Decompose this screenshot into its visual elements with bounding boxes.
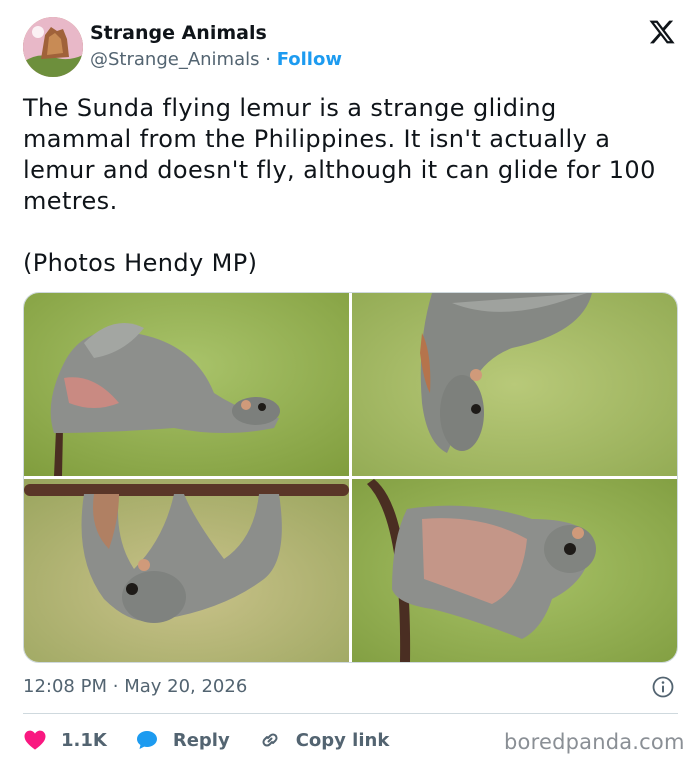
action-bar: 1.1K Reply Copy link [23, 726, 417, 754]
avatar-image [23, 17, 83, 77]
heart-icon [24, 730, 46, 750]
photo-2-image [352, 293, 677, 476]
handle-row: @Strange_Animals · Follow [90, 49, 342, 70]
author-handle[interactable]: @Strange_Animals [90, 49, 260, 70]
author-name[interactable]: Strange Animals [90, 22, 267, 44]
photo-1-image [24, 293, 349, 476]
reply-bubble-icon [136, 731, 157, 749]
photo-3[interactable] [24, 479, 349, 662]
tweet-text: The Sunda flying lemur is a strange glid… [23, 94, 656, 215]
tweet-date[interactable]: May 20, 2026 [124, 676, 247, 697]
copy-link-button[interactable]: Copy link [258, 728, 390, 752]
copy-link-label: Copy link [295, 729, 390, 751]
timestamp-separator: · [112, 676, 119, 697]
tweet-timestamp[interactable]: 12:08 PM · May 20, 2026 [23, 676, 247, 697]
x-logo-icon[interactable] [648, 18, 676, 46]
info-icon[interactable] [651, 675, 675, 699]
photo-2[interactable] [352, 293, 677, 476]
photo-3-image [24, 479, 349, 662]
like-button[interactable]: 1.1K [23, 728, 107, 752]
watermark: boredpanda.com [504, 730, 685, 754]
media-grid[interactable] [23, 292, 678, 663]
separator: · [265, 49, 271, 70]
tweet-credit: (Photos Hendy MP) [23, 249, 258, 277]
tweet-time[interactable]: 12:08 PM [23, 676, 107, 697]
photo-1[interactable] [24, 293, 349, 476]
divider [23, 713, 678, 714]
photo-4[interactable] [352, 479, 677, 662]
likes-count: 1.1K [61, 729, 107, 751]
reply-label: Reply [172, 729, 230, 751]
follow-button[interactable]: Follow [277, 49, 342, 70]
photo-4-image [352, 479, 677, 662]
reply-button[interactable]: Reply [135, 728, 230, 752]
avatar[interactable] [23, 17, 83, 77]
link-icon [262, 733, 278, 747]
